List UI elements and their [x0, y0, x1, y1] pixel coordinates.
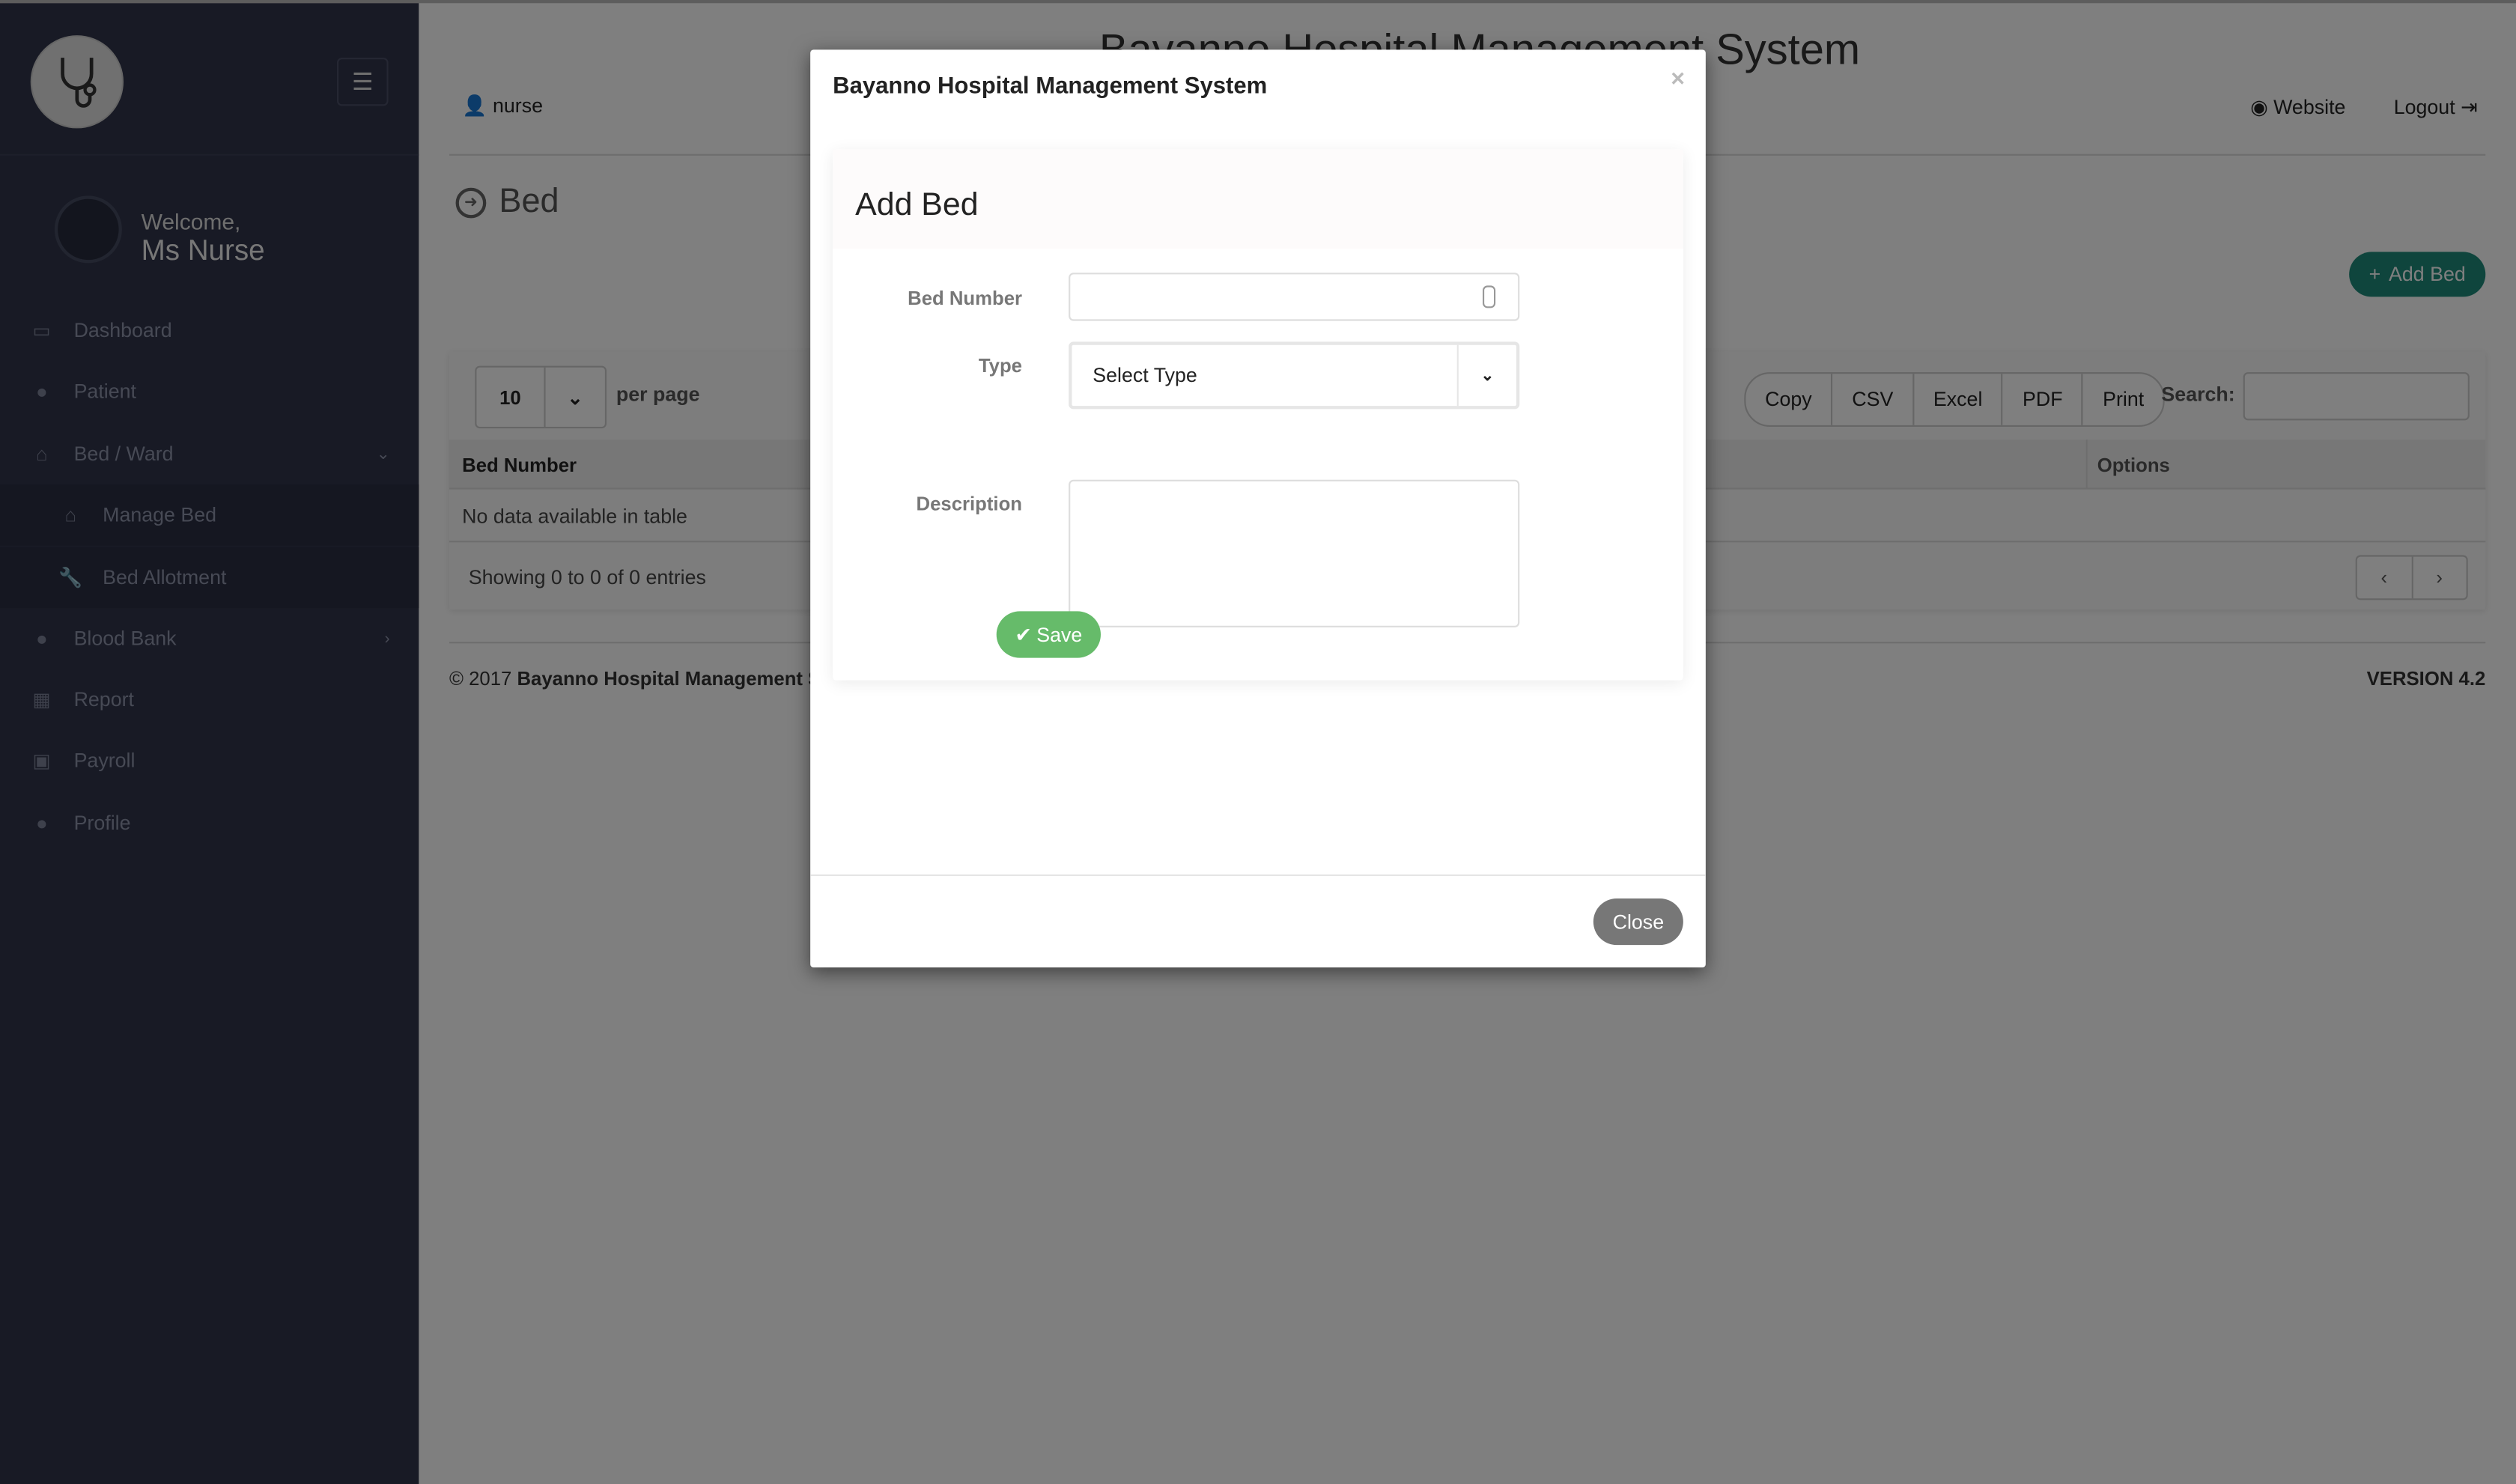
add-bed-modal: Bayanno Hospital Management System × Add…: [810, 49, 1706, 968]
description-label: Description: [916, 492, 1022, 515]
bed-number-label: Bed Number: [908, 287, 1022, 310]
close-icon[interactable]: ×: [1671, 66, 1685, 93]
bed-number-input[interactable]: [1069, 273, 1520, 321]
divider: [810, 874, 1706, 876]
type-select-value: Select Type: [1093, 364, 1197, 387]
card-title: Add Bed: [855, 187, 979, 223]
save-label: Save: [1036, 623, 1083, 646]
modal-title: Bayanno Hospital Management System: [833, 73, 1268, 100]
chevron-down-icon: ⌄: [1456, 344, 1516, 407]
close-button[interactable]: Close: [1593, 898, 1683, 946]
form-card: Add Bed Bed Number Type Select Type ⌄ Des…: [833, 149, 1683, 681]
save-button[interactable]: ✔ Save: [996, 611, 1101, 658]
type-label: Type: [978, 354, 1022, 377]
check-icon: ✔: [1015, 624, 1032, 647]
type-select[interactable]: Select Type ⌄: [1069, 341, 1520, 410]
number-spinner-icon[interactable]: [1482, 285, 1496, 308]
app-window: ☰ Welcome, Ms Nurse ▭Dashboard ●Patient …: [0, 0, 2516, 1484]
description-textarea[interactable]: [1069, 479, 1520, 627]
